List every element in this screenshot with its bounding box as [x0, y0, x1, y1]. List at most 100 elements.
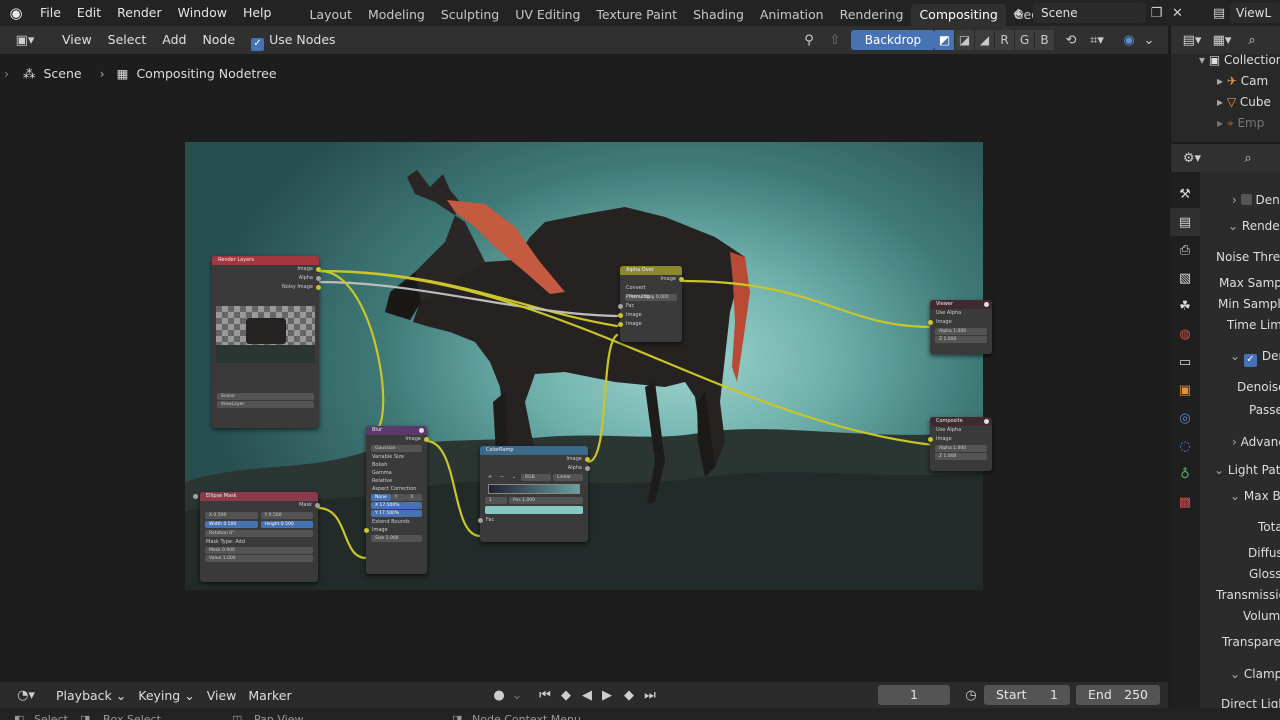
tab-texture-paint[interactable]: Texture Paint — [588, 4, 685, 26]
y-percent-field[interactable]: Y 17.500% — [371, 510, 422, 517]
remove-stop-icon[interactable]: − — [497, 474, 507, 481]
input-socket[interactable] — [618, 322, 623, 327]
menu-node[interactable]: Node — [194, 26, 243, 54]
expand-icon[interactable]: ▸ — [1217, 74, 1223, 88]
overlays-icon[interactable]: ◉ — [1118, 30, 1140, 50]
composite-node[interactable]: Composite Use Alpha Image Alpha 1.000 Z … — [928, 417, 992, 471]
output-socket[interactable] — [315, 503, 320, 508]
checkbox[interactable] — [1240, 194, 1252, 205]
stop-index-field[interactable]: 1 — [485, 497, 507, 504]
color-alpha-channel-icon[interactable]: ◩ — [935, 30, 955, 50]
tab-rendering[interactable]: Rendering — [832, 4, 912, 26]
aspect-x-button[interactable]: X — [406, 494, 422, 501]
scene-icon[interactable]: ◈ — [1008, 3, 1029, 23]
stop-color-swatch[interactable] — [485, 506, 583, 514]
input-socket[interactable] — [928, 437, 933, 442]
filter-type-dropdown[interactable]: Gaussian — [371, 445, 422, 452]
interpolation-dropdown[interactable]: Linear — [553, 474, 583, 481]
delete-scene-icon[interactable]: ✕ — [1167, 3, 1188, 23]
aspect-y-button[interactable]: Y — [390, 494, 407, 501]
keying-menu[interactable]: Keying ⌄ — [132, 688, 200, 703]
outliner-row-cube[interactable]: ▸ ▽ Cube — [1217, 92, 1271, 112]
backdrop-button[interactable]: Backdrop — [851, 30, 935, 50]
menu-window[interactable]: Window — [170, 0, 235, 26]
menu-edit[interactable]: Edit — [69, 0, 109, 26]
menu-help[interactable]: Help — [235, 0, 280, 26]
output-socket[interactable] — [679, 277, 684, 282]
output-socket[interactable] — [585, 466, 590, 471]
preview-toggle-icon[interactable] — [984, 302, 989, 307]
size-field[interactable]: Size 1.000 — [371, 535, 422, 542]
jump-end-icon[interactable]: ⏭ — [639, 685, 661, 705]
tab-shading[interactable]: Shading — [685, 4, 752, 26]
play-reverse-icon[interactable]: ◀ — [576, 685, 598, 705]
ramp-menu-icon[interactable]: ⌄ — [509, 474, 519, 481]
color-channel-icon[interactable]: ◪ — [955, 30, 975, 50]
tab-uv-editing[interactable]: UV Editing — [507, 4, 588, 26]
height-field[interactable]: Height 0.500 — [260, 521, 313, 528]
tab-modeling[interactable]: Modeling — [360, 4, 433, 26]
prop-panel-header[interactable]: › Advanc — [1200, 432, 1280, 452]
scene-name-field[interactable]: Scene — [1033, 3, 1146, 23]
y-field[interactable]: Y 0.500 — [260, 512, 313, 519]
parent-node-tree-icon[interactable]: ⇧ — [824, 30, 846, 50]
outliner-row-collection[interactable]: ▾ ▣ Collection — [1199, 50, 1280, 70]
variable-size-checkbox[interactable]: Variable Size — [366, 453, 427, 461]
marker-menu[interactable]: Marker — [242, 688, 297, 703]
x-field[interactable]: X 0.500 — [205, 512, 258, 519]
menu-file[interactable]: File — [32, 0, 69, 26]
display-mode-icon[interactable]: ▦▾ — [1211, 30, 1233, 50]
output-socket[interactable] — [316, 285, 321, 290]
object-data-tab-icon[interactable]: ♁ — [1170, 460, 1200, 488]
expand-icon[interactable]: ▸ — [1217, 116, 1223, 130]
node-title[interactable]: Blur — [366, 426, 427, 435]
channel-b-button[interactable]: B — [1035, 30, 1055, 50]
menu-select[interactable]: Select — [100, 26, 155, 54]
width-field[interactable]: Width 0.500 — [205, 521, 258, 528]
node-title[interactable]: Ellipse Mask — [200, 492, 318, 501]
node-title[interactable]: ColorRamp — [480, 446, 588, 455]
physics-tab-icon[interactable]: ◌ — [1170, 432, 1200, 460]
collection-tab-icon[interactable]: ▭ — [1170, 348, 1200, 376]
view-layer-field[interactable]: ViewLayer — [217, 401, 314, 408]
input-socket[interactable] — [928, 320, 933, 325]
preview-toggle-icon[interactable] — [984, 419, 989, 424]
mask-type-dropdown[interactable]: Mask Type: Add — [200, 538, 318, 546]
gamma-checkbox[interactable]: Gamma — [366, 469, 427, 477]
use-alpha-checkbox[interactable]: Use Alpha — [930, 426, 992, 435]
output-socket[interactable] — [316, 276, 321, 281]
pin-icon[interactable]: ⚲ — [798, 30, 820, 50]
mask-field[interactable]: Mask 0.000 — [193, 494, 313, 554]
input-socket[interactable] — [618, 313, 623, 318]
modifier-tab-icon[interactable]: ◎ — [1170, 404, 1200, 432]
alpha-channel-icon[interactable]: ◢ — [975, 30, 995, 50]
bokeh-checkbox[interactable]: Bokeh — [366, 461, 427, 469]
menu-add[interactable]: Add — [154, 26, 194, 54]
keyframe-type-icon[interactable]: ⌄ — [506, 685, 528, 705]
search-icon[interactable]: ⌕ — [1237, 148, 1259, 168]
output-socket[interactable] — [585, 457, 590, 462]
playback-menu[interactable]: Playback ⌄ — [50, 688, 132, 703]
convert-premultiplied-checkbox[interactable]: Convert Premultip... — [620, 284, 682, 300]
color-mode-dropdown[interactable]: RGB — [521, 474, 551, 481]
play-icon[interactable]: ▶ — [596, 685, 618, 705]
render-tab-icon[interactable]: ▤ — [1170, 208, 1200, 236]
end-frame-field[interactable]: End 250 — [1076, 685, 1160, 705]
use-nodes-toggle[interactable]: ✓ Use Nodes — [243, 26, 343, 54]
blur-node[interactable]: Blur Image Gaussian Variable Size Bokeh … — [364, 426, 429, 574]
channel-r-button[interactable]: R — [995, 30, 1015, 50]
node-title[interactable]: Viewer — [930, 300, 992, 309]
tab-compositing[interactable]: Compositing — [911, 4, 1006, 26]
blender-logo-icon[interactable]: ◉ — [0, 0, 32, 26]
prop-panel-header[interactable]: ⌄ Max Bo — [1200, 486, 1280, 506]
use-alpha-checkbox[interactable]: Use Alpha — [930, 309, 992, 318]
scene-tab-icon[interactable]: ☘ — [1170, 292, 1200, 320]
new-scene-icon[interactable]: ❐ — [1146, 3, 1167, 23]
node-title[interactable]: Composite — [930, 417, 992, 426]
collapse-icon[interactable]: ▾ — [1199, 53, 1205, 67]
search-icon[interactable]: ⌕ — [1241, 30, 1263, 50]
preview-toggle-icon[interactable] — [419, 428, 424, 433]
next-keyframe-icon[interactable]: ◆ — [618, 685, 640, 705]
view-layer-tab-icon[interactable]: ▧ — [1170, 264, 1200, 292]
prop-panel-header[interactable]: ⌄ Render — [1200, 216, 1280, 236]
